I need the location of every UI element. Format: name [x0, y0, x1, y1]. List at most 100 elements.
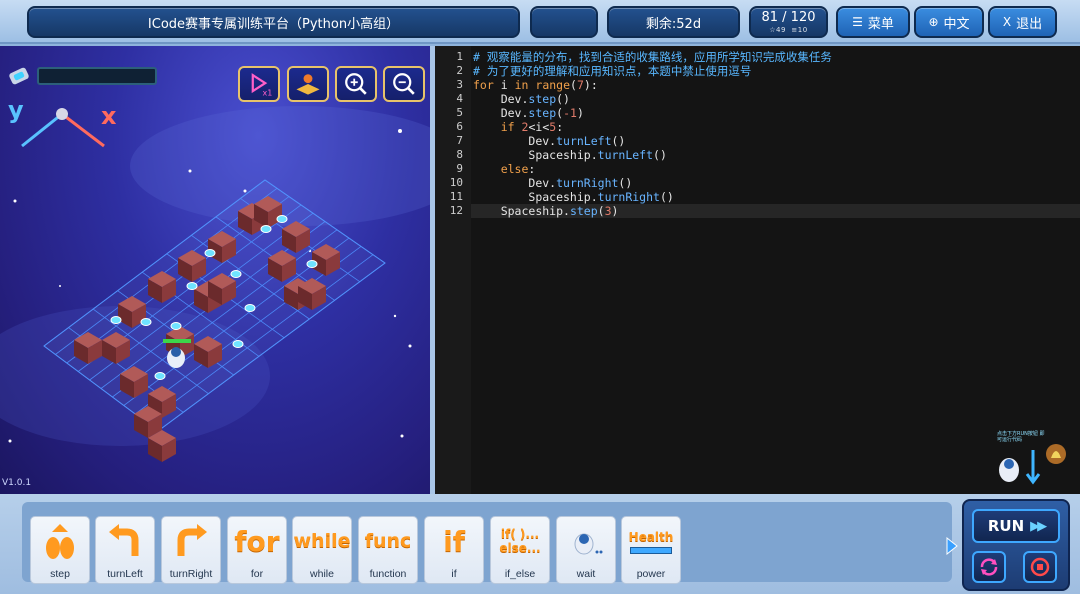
function-art: func	[359, 519, 417, 565]
energy-pickup	[170, 322, 182, 330]
function-block[interactable]: func function	[358, 516, 418, 584]
block-art-text: if	[443, 524, 465, 558]
level-progress: 81 / 120 ☆49 ≡10	[749, 6, 828, 38]
language-button[interactable]: ⊕ 中文	[914, 6, 984, 38]
energy-pickup	[276, 215, 288, 223]
block-art-text: if( )... else...	[499, 527, 541, 555]
power-block[interactable]: Health power	[621, 516, 681, 584]
line-number: 1	[456, 50, 463, 63]
code-line[interactable]: if 2<i<5:	[471, 120, 1080, 134]
run-panel: RUN ▶▶	[962, 499, 1070, 591]
code-line[interactable]: Spaceship.turnRight()	[471, 190, 1080, 204]
wait-icon	[557, 519, 615, 565]
block-label: if	[451, 568, 457, 580]
globe-icon: ⊕	[928, 15, 939, 29]
line-number: 9	[456, 162, 463, 175]
line-number: 10	[449, 176, 463, 189]
menu-icon: ☰	[852, 15, 863, 29]
block-art-text: for	[234, 524, 280, 558]
if-else-block[interactable]: if( )... else... if_else	[490, 516, 550, 584]
scene-canvas	[0, 106, 430, 462]
progress-sub: ☆49 ≡10	[769, 25, 808, 34]
line-gutter: 1 2 3 4 5 6 7 8 9 10 11 12	[435, 46, 471, 494]
for-block[interactable]: for for	[227, 516, 287, 584]
code-line[interactable]: Dev.step()	[471, 92, 1080, 106]
axis-x-label: x	[101, 102, 117, 130]
helper-hint: 点击下方RUN按钮 即可运行代码	[997, 431, 1045, 443]
code-line[interactable]: for i in range(7):	[471, 78, 1080, 92]
block-label: wait	[576, 568, 596, 580]
code-line[interactable]: Dev.step(-1)	[471, 106, 1080, 120]
block-label: step	[50, 568, 70, 580]
turnleft-icon	[96, 519, 154, 565]
battery-icon	[9, 67, 29, 85]
block-art-text: func	[364, 530, 412, 553]
step-icon	[31, 519, 89, 565]
block-palette: step turnLeft turnRight for for while while fun…	[22, 502, 952, 584]
if-else-art: if( )... else...	[491, 519, 549, 565]
stop-button[interactable]	[1023, 551, 1057, 583]
health-icon: Health	[622, 519, 680, 565]
line-number: 8	[456, 148, 463, 161]
refresh-icon	[980, 558, 998, 576]
run-button[interactable]: RUN ▶▶	[972, 509, 1060, 543]
blank-indicator	[530, 6, 598, 38]
remaining-days: 剩余:52d	[607, 6, 740, 38]
while-art: while	[293, 519, 351, 565]
code-area[interactable]: # 观察能量的分布，找到合适的收集路线，应用所学知识完成收集任务 # 为了更好的理…	[471, 46, 1080, 494]
while-block[interactable]: while while	[292, 516, 352, 584]
chevron-right-icon[interactable]	[946, 537, 958, 555]
energy-pickup	[110, 316, 122, 324]
for-art: for	[228, 519, 286, 565]
energy-pickup	[230, 270, 242, 278]
exit-button[interactable]: X 退出	[988, 6, 1057, 38]
code-editor[interactable]: 1 2 3 4 5 6 7 8 9 10 11 12 # 观察能量的分布，找到合适的收集路线，应用所学…	[435, 46, 1080, 494]
code-line[interactable]: Spaceship.turnLeft()	[471, 148, 1080, 162]
page-title: ICode赛事专属训练平台（Python小高组）	[27, 6, 520, 38]
menu-button[interactable]: ☰ 菜单	[836, 6, 910, 38]
code-line[interactable]: Spaceship.step(3)	[471, 204, 1080, 218]
play-x1-icon[interactable]: x1	[238, 66, 280, 102]
block-label: if_else	[504, 568, 536, 580]
code-line[interactable]: else:	[471, 162, 1080, 176]
wait-block[interactable]: wait	[556, 516, 616, 584]
reset-button[interactable]	[972, 551, 1006, 583]
turnright-block[interactable]: turnRight	[161, 516, 221, 584]
line-number: 11	[449, 190, 463, 203]
progress-count: 81 / 120	[761, 9, 816, 25]
code-line[interactable]: # 观察能量的分布，找到合适的收集路线，应用所学知识完成收集任务	[471, 50, 1080, 64]
energy-pickup	[154, 372, 166, 380]
energy-pickup	[232, 340, 244, 348]
zoom-in-icon[interactable]	[335, 66, 377, 102]
block-label: power	[636, 568, 666, 580]
bottom-toolbar: step turnLeft turnRight for for while while fun…	[0, 494, 1080, 594]
block-label: function	[369, 568, 407, 580]
game-scene: x1 y x V1.0.1	[0, 46, 430, 494]
step-block[interactable]: step	[30, 516, 90, 584]
block-label: while	[310, 568, 334, 580]
line-number: 6	[456, 120, 463, 133]
energy-pickup	[260, 225, 272, 233]
map-pin-icon[interactable]	[287, 66, 329, 102]
version-label: V1.0.1	[2, 478, 32, 488]
code-line[interactable]: # 为了更好的理解和应用知识点，本题中禁止使用逗号	[471, 64, 1080, 78]
block-label: turnLeft	[107, 568, 143, 580]
energy-bar	[37, 67, 157, 85]
close-icon: X	[1002, 15, 1012, 29]
energy-pickup	[306, 260, 318, 268]
block-art-text: while	[293, 530, 351, 553]
stop-icon	[1030, 557, 1050, 577]
axis-gizmo	[21, 108, 105, 148]
turnleft-block[interactable]: turnLeft	[95, 516, 155, 584]
line-number: 3	[456, 78, 463, 91]
top-bar: ICode赛事专属训练平台（Python小高组） 剩余:52d 81 / 120…	[0, 0, 1080, 44]
code-line[interactable]: Dev.turnLeft()	[471, 134, 1080, 148]
health-art: Health	[628, 530, 674, 544]
if-block[interactable]: if if	[424, 516, 484, 584]
code-line[interactable]: Dev.turnRight()	[471, 176, 1080, 190]
zoom-out-icon[interactable]	[383, 66, 425, 102]
health-bar	[629, 547, 672, 554]
block-label: for	[250, 568, 264, 580]
line-number: 4	[456, 92, 463, 105]
energy-pickup	[204, 249, 216, 257]
